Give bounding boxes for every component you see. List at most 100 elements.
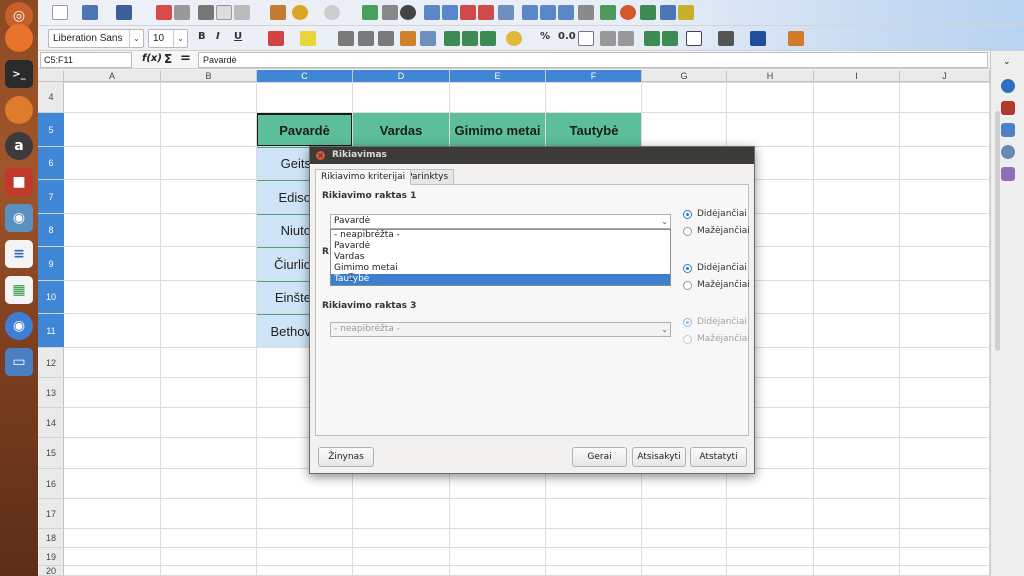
sort-key-1-dropdown[interactable]: Pavardė ⌄ bbox=[330, 214, 671, 229]
clone-formatting-icon[interactable] bbox=[270, 5, 286, 20]
image-icon[interactable] bbox=[600, 5, 616, 20]
save-icon[interactable] bbox=[116, 5, 132, 20]
properties-icon[interactable] bbox=[1001, 79, 1015, 93]
column-header-f[interactable]: F bbox=[546, 70, 642, 82]
autospell-icon[interactable] bbox=[382, 5, 398, 20]
data-cell[interactable]: Geits bbox=[256, 147, 316, 180]
row-header-10[interactable]: 10 bbox=[38, 281, 64, 314]
border-style-icon[interactable] bbox=[718, 31, 734, 46]
chevron-down-icon[interactable]: ⌄ bbox=[173, 30, 187, 47]
column-header-i[interactable]: I bbox=[814, 70, 900, 82]
chevron-down-icon[interactable]: ⌄ bbox=[661, 323, 668, 336]
export-pdf-icon[interactable] bbox=[156, 5, 172, 20]
data-cell[interactable]: Ediso bbox=[256, 180, 316, 214]
cut-icon[interactable] bbox=[198, 5, 214, 20]
column-header-j[interactable]: J bbox=[900, 70, 990, 82]
undo-icon[interactable] bbox=[292, 5, 308, 20]
styles-icon[interactable] bbox=[1001, 101, 1015, 115]
wrap-text-icon[interactable] bbox=[400, 31, 416, 46]
firefox-icon[interactable] bbox=[5, 24, 33, 52]
currency-icon[interactable] bbox=[506, 31, 522, 46]
formula-input[interactable]: Pavardė bbox=[198, 52, 988, 68]
sort-icon[interactable] bbox=[522, 5, 538, 20]
data-cell[interactable]: Čiurlio bbox=[256, 247, 316, 281]
navigator-icon[interactable] bbox=[1001, 145, 1015, 159]
special-character-icon[interactable] bbox=[678, 5, 694, 20]
dropdown-option-highlighted[interactable]: Tautybė bbox=[331, 274, 670, 285]
data-cell[interactable]: Niuto bbox=[256, 214, 316, 247]
row-header-18[interactable]: 18 bbox=[38, 529, 64, 548]
row-header-5[interactable]: 5 bbox=[38, 113, 64, 147]
delete-row-icon[interactable] bbox=[460, 5, 476, 20]
align-top-icon[interactable] bbox=[444, 31, 460, 46]
column-header-a[interactable]: A bbox=[64, 70, 161, 82]
column-header-g[interactable]: G bbox=[642, 70, 727, 82]
align-center-icon[interactable] bbox=[358, 31, 374, 46]
sort-key-3-dropdown[interactable]: - neapibrėžta - ⌄ bbox=[330, 322, 671, 337]
column-header-b[interactable]: B bbox=[161, 70, 257, 82]
font-size-combo[interactable]: 10 ⌄ bbox=[148, 29, 188, 48]
column-header-e[interactable]: E bbox=[450, 70, 546, 82]
column-header-h[interactable]: H bbox=[727, 70, 814, 82]
row-header-20[interactable]: 20 bbox=[38, 566, 64, 576]
sidebar-menu-icon[interactable]: ⌄ bbox=[1003, 57, 1011, 67]
paste-icon[interactable] bbox=[234, 5, 250, 20]
print-preview-icon[interactable] bbox=[174, 5, 190, 20]
underline-button[interactable]: U bbox=[234, 31, 242, 42]
video-icon[interactable]: ■ bbox=[5, 168, 33, 196]
cancel-button[interactable]: Atsisakyti bbox=[632, 447, 686, 467]
chevron-down-icon[interactable]: ⌄ bbox=[129, 30, 143, 47]
align-bottom-icon[interactable] bbox=[480, 31, 496, 46]
name-box[interactable]: C5:F11 bbox=[40, 52, 132, 68]
autofilter-icon[interactable] bbox=[578, 5, 594, 20]
column-header-d[interactable]: D bbox=[353, 70, 450, 82]
row-header-4[interactable]: 4 bbox=[38, 82, 64, 113]
percent-format-button[interactable]: % bbox=[540, 31, 550, 42]
highlight-color-icon[interactable] bbox=[300, 31, 316, 46]
row-header-15[interactable]: 15 bbox=[38, 438, 64, 469]
sort-ascending-icon[interactable] bbox=[540, 5, 556, 20]
reset-button[interactable]: Atstatyti bbox=[690, 447, 747, 467]
row-header-17[interactable]: 17 bbox=[38, 499, 64, 529]
border-color-icon[interactable] bbox=[750, 31, 766, 46]
merge-center-icon[interactable] bbox=[420, 31, 436, 46]
font-name-combo[interactable]: Liberation Sans ⌄ bbox=[48, 29, 144, 48]
data-cell[interactable]: Bethov bbox=[256, 314, 316, 348]
font-color-icon[interactable] bbox=[268, 31, 284, 46]
delete-decimal-icon[interactable] bbox=[618, 31, 634, 46]
bold-button[interactable]: B bbox=[198, 31, 206, 42]
row-header-13[interactable]: 13 bbox=[38, 378, 64, 408]
header-cell-tautybe[interactable]: Tautybė bbox=[546, 113, 642, 147]
key-3-descending-radio[interactable]: Mažėjančiai bbox=[683, 334, 750, 344]
header-cell-gimimo-metai[interactable]: Gimimo metai bbox=[449, 113, 546, 147]
row-header-14[interactable]: 14 bbox=[38, 408, 64, 438]
help-button[interactable]: Žinynas bbox=[318, 447, 374, 467]
row-header-6[interactable]: 6 bbox=[38, 147, 64, 180]
row-header-19[interactable]: 19 bbox=[38, 548, 64, 566]
header-cell-vardas[interactable]: Vardas bbox=[353, 113, 449, 147]
functions-icon[interactable] bbox=[1001, 167, 1015, 181]
row-header-corner[interactable] bbox=[38, 70, 64, 82]
row-header-12[interactable]: 12 bbox=[38, 348, 64, 378]
date-format-icon[interactable] bbox=[578, 31, 594, 46]
column-header-c[interactable]: C bbox=[257, 70, 353, 82]
ok-button[interactable]: Gerai bbox=[572, 447, 627, 467]
align-middle-icon[interactable] bbox=[462, 31, 478, 46]
screenshot-icon[interactable]: ◉ bbox=[5, 204, 33, 232]
key-1-descending-radio[interactable]: Mažėjančiai bbox=[683, 226, 750, 236]
key-2-descending-radio[interactable]: Mažėjančiai bbox=[683, 280, 750, 290]
pivot-table-icon[interactable] bbox=[640, 5, 656, 20]
row-header-16[interactable]: 16 bbox=[38, 469, 64, 499]
data-cell[interactable]: Einšte bbox=[256, 281, 316, 314]
open-icon[interactable] bbox=[82, 5, 98, 20]
decrease-indent-icon[interactable] bbox=[662, 31, 678, 46]
header-cell-pavarde[interactable]: Pavardė bbox=[256, 113, 353, 147]
key-3-ascending-radio[interactable]: Didėjančiai bbox=[683, 317, 747, 327]
firefox-icon[interactable] bbox=[5, 96, 33, 124]
merge-cells-icon[interactable] bbox=[498, 5, 514, 20]
amazon-icon[interactable]: a bbox=[5, 132, 33, 160]
dropdown-option[interactable]: - neapibrėžta - bbox=[331, 230, 670, 241]
row-header-11[interactable]: 11 bbox=[38, 314, 64, 348]
increase-indent-icon[interactable] bbox=[644, 31, 660, 46]
chromium-icon[interactable]: ◉ bbox=[5, 312, 33, 340]
